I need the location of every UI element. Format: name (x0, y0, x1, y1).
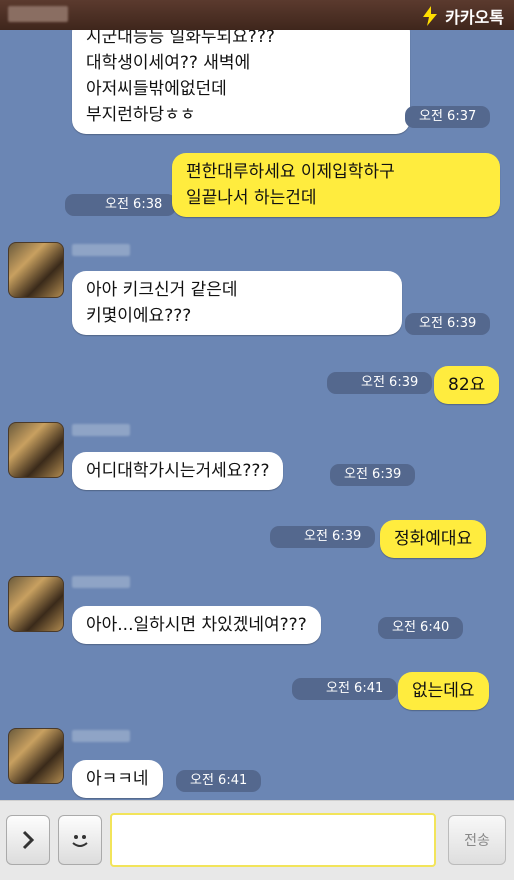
message-time: 오전 6:41 (176, 770, 262, 792)
incoming-message[interactable]: 시군대등등 일화두되요??? 대학생이세여?? 새벽에 아저씨들밖에없던데 부지… (72, 30, 410, 134)
message-time: 오전 6:38 (65, 194, 177, 216)
avatar[interactable] (8, 728, 64, 784)
message-time: 오전 6:39 (270, 526, 376, 548)
avatar[interactable] (8, 576, 64, 632)
avatar[interactable] (8, 242, 64, 298)
blurred-sender-name (72, 244, 130, 256)
blurred-sender-name (72, 730, 130, 742)
message-time: 오전 6:39 (330, 464, 416, 486)
incoming-message[interactable]: 어디대학가시는거세요??? (72, 452, 284, 490)
smiley-icon (72, 835, 88, 847)
message-time: 오전 6:41 (292, 678, 398, 700)
kakaotalk-brand: 카카오톡 (421, 4, 504, 28)
blurred-sender-name (72, 576, 130, 588)
chevron-right-icon (22, 830, 35, 850)
expand-menu-button[interactable] (6, 815, 50, 865)
incoming-message[interactable]: 아아 키크신거 같은데 키몇이에요??? (72, 271, 402, 335)
outgoing-message[interactable]: 82요 (434, 366, 500, 404)
blurred-sender-name (8, 6, 68, 22)
outgoing-message[interactable]: 없는데요 (398, 672, 489, 710)
incoming-message[interactable]: 아ㅋㅋ네 (72, 760, 163, 798)
chat-area[interactable]: 시군대등등 일화두되요??? 대학생이세여?? 새벽에 아저씨들밖에없던데 부지… (0, 30, 514, 800)
blurred-sender-name (72, 424, 130, 436)
brand-label: 카카오톡 (445, 8, 504, 27)
outgoing-message[interactable]: 편한대루하세요 이제입학하구 일끝나서 하는건데 (172, 153, 500, 217)
outgoing-message[interactable]: 정화예대요 (380, 520, 487, 558)
message-time: 오전 6:37 (405, 106, 491, 128)
title-bar: 카카오톡 (0, 0, 514, 30)
kakaotalk-logo-icon (423, 6, 438, 26)
emoticon-button[interactable] (58, 815, 102, 865)
message-time: 오전 6:40 (378, 617, 464, 639)
avatar[interactable] (8, 422, 64, 478)
message-input[interactable] (110, 813, 436, 867)
incoming-message[interactable]: 아아...일하시면 차있겠네여??? (72, 606, 321, 644)
composer-bar: 전송 (0, 800, 514, 880)
message-time: 오전 6:39 (327, 372, 433, 394)
send-button[interactable]: 전송 (448, 815, 506, 865)
message-time: 오전 6:39 (405, 313, 491, 335)
